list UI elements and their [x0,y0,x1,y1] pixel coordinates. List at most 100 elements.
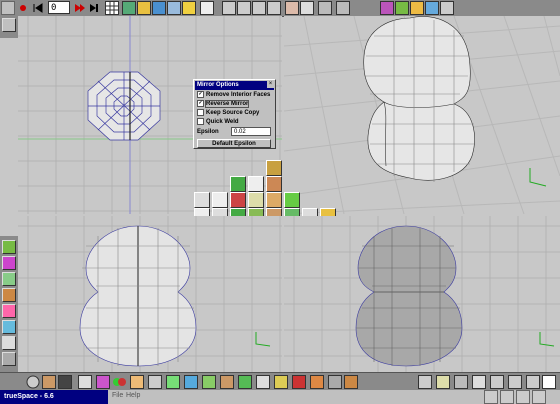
tool-icon-1[interactable] [222,1,236,15]
tool-icon-b9[interactable] [436,375,450,389]
menu-file[interactable]: File [112,392,123,399]
render-icon[interactable] [152,1,166,15]
tool-icon-b1[interactable] [202,375,216,389]
tool-icon-p1[interactable] [266,160,282,176]
side-tool-icon-6[interactable] [2,320,16,334]
option-reverse-mirror[interactable]: ✓ Reverse Mirror [197,100,250,109]
option-keep-source[interactable]: Keep Source Copy [197,109,259,117]
tool-icon-p4[interactable] [266,176,282,192]
help-icon[interactable] [344,375,358,389]
tool-icon-b8[interactable] [418,375,432,389]
viewport-front[interactable] [18,216,282,372]
tool-icon-b6[interactable] [292,375,306,389]
mirror-options-dialog: Mirror Options × ✓ Remove Interior Faces … [193,79,276,149]
tool-icon-11[interactable] [410,1,424,15]
tool-icon-p7[interactable] [230,192,246,208]
side-tool-icon-1[interactable] [2,240,16,254]
tool-icon-b3[interactable] [238,375,252,389]
cube-icon[interactable] [42,375,56,389]
side-tool-icon-8[interactable] [2,352,16,366]
tool-icon-b14[interactable] [526,375,540,389]
side-tool-icon-7[interactable] [2,336,16,350]
tool-icon-p5[interactable] [194,192,210,208]
anim-icon[interactable] [96,375,110,389]
checkbox-remove-interior[interactable]: ✓ [197,91,204,98]
status-icon-3[interactable] [516,390,530,404]
end-icon[interactable] [87,1,101,15]
app-title: trueSpace - 6.6 [0,390,108,404]
tool-icon-b2[interactable] [220,375,234,389]
material-icon[interactable] [58,375,72,389]
status-icon-2[interactable] [500,390,514,404]
tool-icon-p2[interactable] [230,176,246,192]
tool-icon-b7[interactable] [328,375,342,389]
view-icon[interactable] [200,1,214,15]
side-tool-icon-5[interactable] [2,304,16,318]
tool-icon-3[interactable] [252,1,266,15]
object-icon[interactable] [122,1,136,15]
tool-icon-10[interactable] [395,1,409,15]
side-tool-icon-4[interactable] [2,288,16,302]
left-tool-panel [0,236,18,372]
top-toolbar: 0 [0,0,560,17]
paint-icon-bottom[interactable] [166,375,180,389]
status-icon-4[interactable] [532,390,546,404]
record-icon[interactable] [16,1,30,15]
play-icon[interactable] [72,1,86,15]
status-icon-1[interactable] [484,390,498,404]
frame-field[interactable]: 0 [48,1,70,14]
shape-perspective [363,16,475,182]
grid-icon[interactable] [105,1,119,15]
light-icon[interactable] [182,1,196,15]
tool-icon-12[interactable] [425,1,439,15]
tool-icon-6[interactable] [300,1,314,15]
tool-icon-p3[interactable] [248,176,264,192]
figure-icon[interactable] [310,375,324,389]
camera-icon-bottom[interactable] [130,375,144,389]
tool-icon-b11[interactable] [472,375,486,389]
tool-icon-b10[interactable] [454,375,468,389]
mini-tool-icon-1[interactable] [2,18,16,32]
tool-icon-p8[interactable] [248,192,264,208]
checkbox-reverse-mirror[interactable]: ✓ [197,100,204,107]
tool-icon-b13[interactable] [508,375,522,389]
paint-icon[interactable] [137,1,151,15]
checkbox-quick-weld[interactable] [197,118,204,125]
viewport-perspective[interactable] [284,16,560,214]
sphere-icon[interactable] [26,375,40,389]
side-tool-icon-3[interactable] [2,272,16,286]
menu-help[interactable]: Help [126,392,140,399]
viewport-right[interactable] [284,216,560,372]
tool-icon-4[interactable] [267,1,281,15]
tool-icon-5[interactable] [285,1,299,15]
camera-icon[interactable] [167,1,181,15]
close-button[interactable]: × [267,81,274,88]
tool-icon-p10[interactable] [284,192,300,208]
tool-icon-2[interactable] [237,1,251,15]
tool-icon-8[interactable] [336,1,350,15]
tool-icon-b12[interactable] [490,375,504,389]
scene-icon[interactable] [184,375,198,389]
option-quick-weld[interactable]: Quick Weld [197,118,239,126]
deform-icon[interactable] [78,375,92,389]
side-tool-icon-2[interactable] [2,256,16,270]
tool-icon-p9[interactable] [266,192,282,208]
tool-icon-9[interactable] [380,1,394,15]
epsilon-input[interactable]: 0.02 [231,127,271,136]
checkbox-keep-source[interactable] [197,109,204,116]
tool-icon-b5[interactable] [274,375,288,389]
tool-icon-p6[interactable] [212,192,228,208]
tool-icon-b15[interactable] [542,375,556,389]
light-icon-bottom[interactable] [112,375,126,389]
shape-right [355,225,463,367]
rewind-icon[interactable] [31,1,45,15]
epsilon-label: Epsilon [197,129,219,135]
tool-icon-13[interactable] [440,1,454,15]
octagon-mesh-top [87,71,161,141]
render-icon-bottom[interactable] [148,375,162,389]
tool-icon-b4[interactable] [256,375,270,389]
option-remove-interior[interactable]: ✓ Remove Interior Faces [197,91,270,99]
tool-icon-7[interactable] [318,1,332,15]
default-epsilon-button[interactable]: Default Epsilon [197,139,271,148]
stop-icon[interactable] [1,1,15,15]
